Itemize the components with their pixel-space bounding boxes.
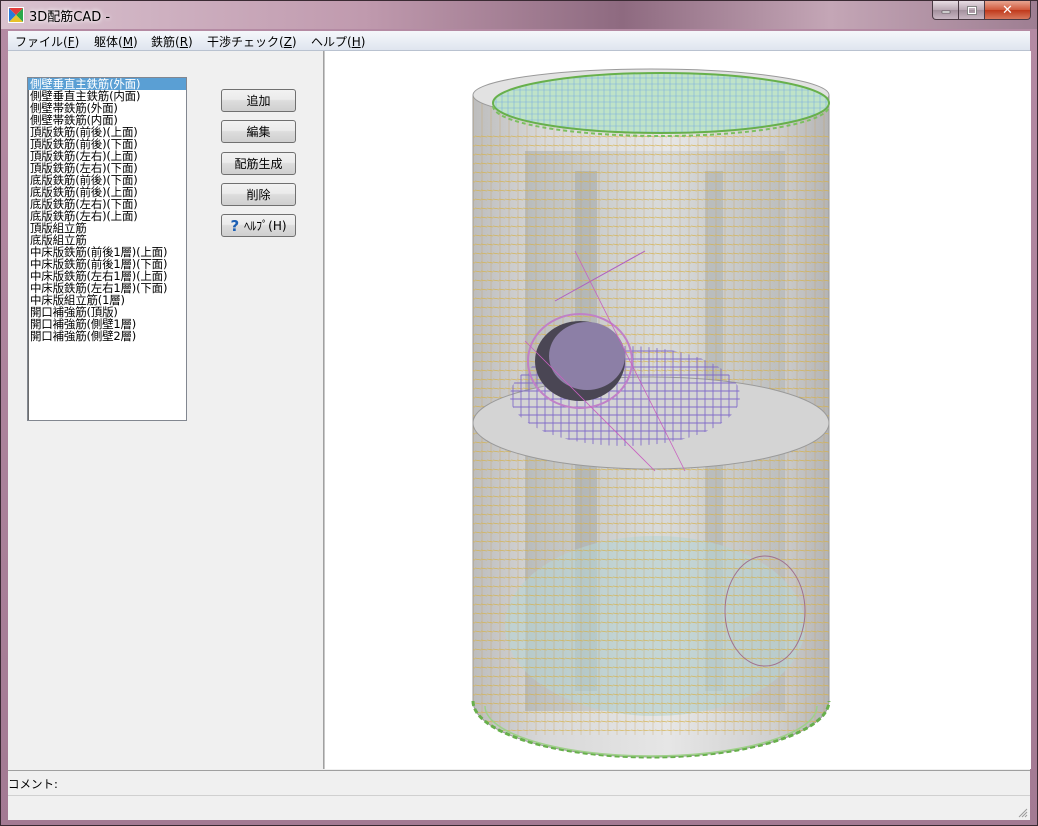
menu-bar: ファイル(F) 躯体(M) 鉄筋(R) 干渉チェック(Z) ヘルプ(H) [8,31,1030,51]
menu-file[interactable]: ファイル(F) [15,33,79,50]
close-icon: ✕ [1002,2,1013,18]
help-button[interactable]: ? ﾍﾙﾌﾟ(H) [221,214,296,237]
minimize-button[interactable] [932,1,959,20]
window-title: 3D配筋CAD - [29,10,111,25]
menu-interference-check[interactable]: 干渉チェック(Z) [207,33,297,50]
resize-grip-icon[interactable] [1016,806,1028,818]
status-bar [8,795,1030,820]
edit-button[interactable]: 編集 [221,120,296,143]
app-window: 3D配筋CAD - ✕ ファイル(F) 躯体(M) 鉄筋(R) 干渉チェック(Z… [0,0,1038,826]
add-button[interactable]: 追加 [221,89,296,112]
client-area: 側壁垂直主鉄筋(外面) 側壁垂直主鉄筋(内面) 側壁帯鉄筋(外面) 側壁帯鉄筋(内面)… [8,51,1031,820]
help-icon: ? [230,216,240,235]
rebar-type-list[interactable]: 側壁垂直主鉄筋(外面) 側壁垂直主鉄筋(内面) 側壁帯鉄筋(外面) 側壁帯鉄筋(内面)… [27,77,187,421]
list-item[interactable]: 開口補強筋(側壁2層) [28,330,186,342]
3d-viewport[interactable] [324,51,1031,769]
help-button-label: ﾍﾙﾌﾟ(H) [244,219,287,233]
title-bar[interactable]: 3D配筋CAD - ✕ [1,1,1037,29]
delete-button[interactable]: 削除 [221,183,296,206]
maximize-icon [966,5,977,15]
comment-label: コメント: [8,777,58,791]
app-icon [8,7,24,23]
menu-help[interactable]: ヘルプ(H) [311,33,365,50]
minimize-icon [941,10,950,14]
menu-body[interactable]: 躯体(M) [94,33,138,50]
close-button[interactable]: ✕ [985,1,1031,20]
rebar-cylinder-model [471,68,831,759]
generate-rebar-button[interactable]: 配筋生成 [221,152,296,175]
menu-rebar[interactable]: 鉄筋(R) [151,33,193,50]
comment-bar: コメント: [8,770,1030,795]
left-panel: 側壁垂直主鉄筋(外面) 側壁垂直主鉄筋(内面) 側壁帯鉄筋(外面) 側壁帯鉄筋(内面)… [8,51,324,769]
maximize-button[interactable] [959,1,985,20]
